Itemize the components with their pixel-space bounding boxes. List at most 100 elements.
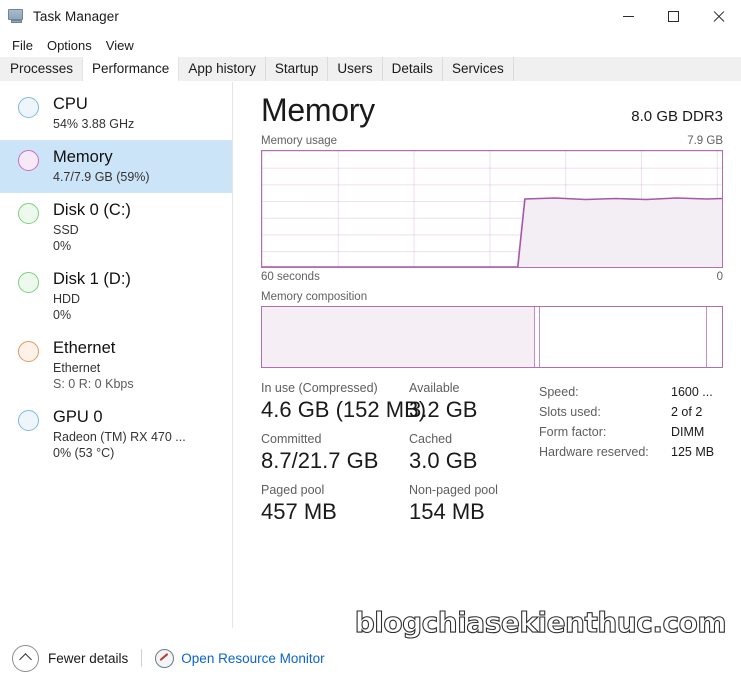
stat-paged-pool-label: Paged pool	[261, 483, 325, 497]
sidebar-item-cpu[interactable]: CPU 54% 3.88 GHz	[0, 87, 232, 140]
resource-sidebar: CPU 54% 3.88 GHz Memory 4.7/7.9 GB (59%)…	[0, 82, 233, 628]
stat-available-label: Available	[409, 381, 460, 395]
stat-nonpaged-pool: Non-paged pool 154 MB	[409, 482, 498, 526]
sidebar-item-gpu0-label: GPU 0	[53, 408, 103, 426]
stat-speed-label: Speed:	[539, 385, 579, 399]
stat-row-committed-cached: Committed 8.7/21.7 GB Cached 3.0 GB	[261, 431, 531, 475]
composition-divider-2	[539, 307, 541, 367]
stat-slots-used-label: Slots used:	[539, 405, 601, 419]
task-manager-icon	[8, 9, 25, 24]
memory-detail-panel: Memory 8.0 GB DDR3 Memory usage 7.9 GB 6…	[233, 82, 741, 628]
stat-cached: Cached 3.0 GB	[409, 431, 477, 475]
minimize-icon	[623, 16, 634, 17]
composition-title: Memory composition	[261, 291, 368, 303]
memory-usage-chart[interactable]	[261, 150, 723, 268]
stat-inuse-value: 4.6 GB (152 MB)	[261, 397, 427, 422]
sidebar-item-gpu0-stat: 0% (53 °C)	[53, 446, 115, 460]
sidebar-item-disk1-stat: 0%	[53, 308, 72, 322]
stat-nonpaged-pool-label: Non-paged pool	[409, 483, 498, 497]
usage-graph-title: Memory usage	[261, 135, 338, 147]
sidebar-item-disk0-stat: 0%	[53, 239, 72, 253]
window-title: Task Manager	[33, 9, 119, 24]
menu-item-file[interactable]: File	[5, 36, 40, 55]
tab-details[interactable]: Details	[382, 57, 443, 81]
memory-spec: 8.0 GB DDR3	[631, 108, 723, 125]
memory-stats: In use (Compressed) 4.6 GB (152 MB) Avai…	[261, 380, 723, 533]
open-resource-monitor-label: Open Resource Monitor	[181, 650, 325, 666]
stat-slots-used: Slots used: 2 of 2	[539, 402, 723, 422]
composition-divider-1	[534, 307, 536, 367]
sidebar-item-memory-stat: 4.7/7.9 GB (59%)	[53, 170, 150, 184]
memory-status-dot-icon	[18, 150, 39, 171]
sidebar-item-disk1-type: HDD	[53, 292, 81, 306]
stat-available: Available 3.2 GB	[409, 380, 477, 424]
sidebar-item-disk0-type: SSD	[53, 223, 79, 237]
maximize-icon	[668, 11, 679, 22]
stat-hardware-reserved: Hardware reserved: 125 MB	[539, 442, 723, 462]
axis-label-left: 60 seconds	[261, 271, 320, 283]
disk0-status-dot-icon	[18, 203, 39, 224]
stat-row-pools: Paged pool 457 MB Non-paged pool 154 MB	[261, 482, 531, 526]
stat-speed: Speed: 1600 ...	[539, 382, 723, 402]
stat-slots-used-value: 2 of 2	[671, 405, 703, 419]
close-icon	[712, 10, 725, 23]
tab-services[interactable]: Services	[442, 57, 514, 81]
stat-form-factor-label: Form factor:	[539, 425, 607, 439]
stat-inuse: In use (Compressed) 4.6 GB (152 MB)	[261, 380, 427, 424]
tab-app-history[interactable]: App history	[179, 57, 266, 81]
page-title: Memory	[261, 92, 375, 128]
stat-hardware-reserved-label: Hardware reserved:	[539, 445, 649, 459]
memory-composition-bar[interactable]	[261, 306, 723, 368]
chevron-up-icon	[12, 644, 39, 672]
stat-cached-label: Cached	[409, 432, 453, 446]
menu-bar: File Options View	[0, 33, 741, 57]
tab-users[interactable]: Users	[328, 57, 383, 81]
maximize-button[interactable]	[651, 0, 696, 33]
disk1-status-dot-icon	[18, 272, 39, 293]
sidebar-item-disk0[interactable]: Disk 0 (C:) SSD 0%	[0, 193, 232, 262]
composition-divider-3	[705, 307, 707, 367]
close-button[interactable]	[696, 0, 741, 33]
sidebar-item-cpu-stat: 54% 3.88 GHz	[53, 117, 135, 131]
sidebar-item-cpu-label: CPU	[53, 95, 88, 113]
stat-committed-value: 8.7/21.7 GB	[261, 448, 379, 473]
window-controls	[606, 0, 741, 33]
stat-paged-pool-value: 457 MB	[261, 499, 337, 524]
tab-performance[interactable]: Performance	[82, 57, 180, 81]
stat-available-value: 3.2 GB	[409, 397, 478, 422]
open-resource-monitor-link[interactable]: Open Resource Monitor	[155, 648, 325, 668]
tab-bar-filler	[513, 57, 741, 81]
composition-inuse-segment	[262, 307, 535, 367]
stat-row-inuse-available: In use (Compressed) 4.6 GB (152 MB) Avai…	[261, 380, 531, 424]
usage-graph-max: 7.9 GB	[687, 135, 723, 147]
memory-stats-left: In use (Compressed) 4.6 GB (152 MB) Avai…	[261, 380, 531, 533]
chart-plot	[262, 197, 722, 267]
stat-speed-value: 1600 ...	[671, 385, 713, 399]
stat-inuse-label: In use (Compressed)	[261, 381, 378, 395]
tab-bar: Processes Performance App history Startu…	[0, 57, 741, 82]
gpu0-status-dot-icon	[18, 410, 39, 431]
menu-item-view[interactable]: View	[99, 36, 141, 55]
usage-graph-labels: Memory usage 7.9 GB	[261, 135, 723, 147]
fewer-details-button[interactable]: Fewer details	[12, 644, 129, 672]
sidebar-item-ethernet[interactable]: Ethernet Ethernet S: 0 R: 0 Kbps	[0, 331, 232, 400]
ethernet-status-dot-icon	[18, 341, 39, 362]
sidebar-item-gpu0[interactable]: GPU 0 Radeon (TM) RX 470 ... 0% (53 °C)	[0, 400, 232, 469]
stat-nonpaged-pool-value: 154 MB	[409, 499, 485, 524]
axis-label-right: 0	[716, 271, 723, 283]
tab-startup[interactable]: Startup	[265, 57, 329, 81]
title-bar: Task Manager	[0, 0, 741, 33]
content-area: CPU 54% 3.88 GHz Memory 4.7/7.9 GB (59%)…	[0, 82, 741, 628]
minimize-button[interactable]	[606, 0, 651, 33]
tab-processes[interactable]: Processes	[1, 57, 84, 81]
stat-hardware-reserved-value: 125 MB	[671, 445, 715, 459]
sidebar-item-ethernet-type: Ethernet	[53, 361, 101, 375]
resource-monitor-icon	[155, 648, 175, 668]
status-separator	[141, 649, 143, 667]
sidebar-item-disk1[interactable]: Disk 1 (D:) HDD 0%	[0, 262, 232, 331]
stat-committed: Committed 8.7/21.7 GB	[261, 431, 409, 475]
fewer-details-label: Fewer details	[48, 650, 129, 666]
stat-form-factor: Form factor: DIMM	[539, 422, 723, 442]
sidebar-item-memory[interactable]: Memory 4.7/7.9 GB (59%)	[0, 140, 232, 193]
menu-item-options[interactable]: Options	[40, 36, 99, 55]
